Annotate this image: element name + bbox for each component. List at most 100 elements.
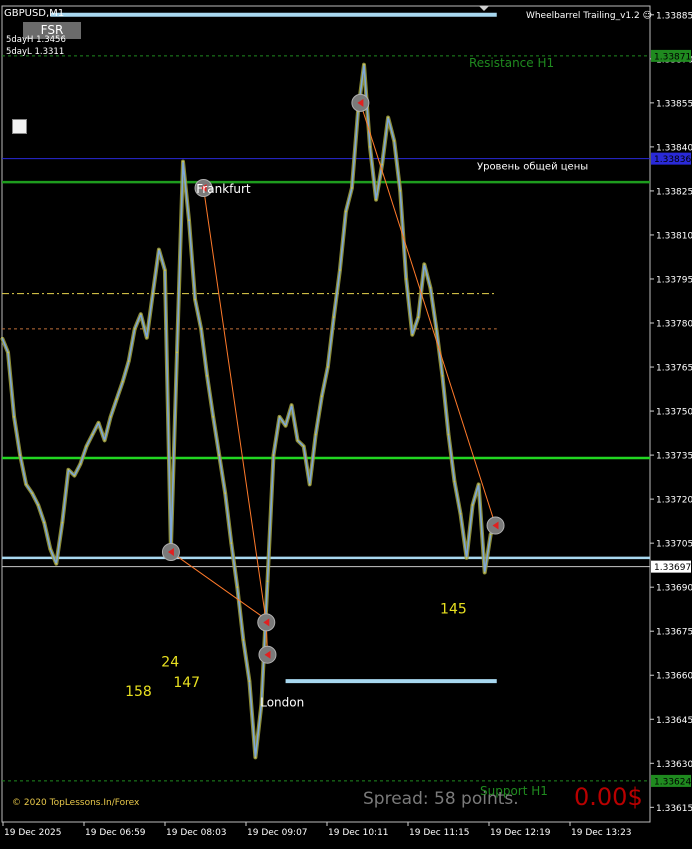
x-tick-label: 19 Dec 08:03 (166, 828, 227, 838)
price-label: 1.33871 (654, 52, 691, 62)
x-tick-label: 19 Dec 2025 (4, 828, 62, 838)
panel-toggle-checkbox[interactable] (12, 119, 27, 134)
y-tick-label: 1.33735 (656, 452, 692, 462)
y-tick-label: 1.33810 (656, 231, 692, 241)
plot-frame (1, 5, 651, 823)
price-point (248, 680, 251, 683)
price-point (266, 580, 269, 583)
x-tick-label: 19 Dec 10:11 (328, 828, 389, 838)
price-point (194, 298, 196, 301)
price-label: 1.33836 (654, 155, 691, 165)
y-tick-label: 1.33750 (656, 408, 692, 418)
chart-window[interactable]: 1.338851.338701.338551.338401.338251.338… (0, 0, 692, 845)
price-point (145, 336, 148, 339)
price-label: 1.33697 (654, 563, 691, 573)
price-point (284, 424, 287, 427)
price-point (272, 454, 275, 456)
pip-annotation: 145 (440, 602, 467, 618)
price-point (73, 474, 76, 477)
price-point (465, 556, 468, 559)
price-point (296, 439, 299, 442)
price-point (483, 571, 486, 574)
y-tick-label: 1.33615 (656, 804, 692, 814)
price-point (115, 398, 118, 401)
price-point (405, 278, 408, 280)
price-point (477, 483, 480, 486)
y-tick-label: 1.33885 (656, 11, 692, 21)
price-point (49, 548, 52, 550)
price-point (212, 416, 215, 418)
price-point (200, 327, 203, 330)
price-point (7, 351, 9, 354)
price-point (206, 374, 209, 377)
y-tick-label: 1.33780 (656, 320, 692, 330)
price-point (85, 445, 88, 448)
y-tick-label: 1.33645 (656, 716, 692, 726)
price-point (351, 187, 353, 189)
session-label: Frankfurt (196, 182, 251, 196)
price-point (25, 483, 28, 486)
y-tick-label: 1.33660 (656, 672, 692, 682)
price-point (188, 219, 190, 222)
x-tick-label: 19 Dec 06:59 (85, 828, 146, 838)
trend-line (170, 551, 267, 620)
price-point (67, 468, 70, 471)
y-tick-label: 1.33825 (656, 187, 692, 197)
price-point (182, 160, 184, 163)
price-point (79, 462, 82, 465)
price-point (417, 316, 420, 319)
y-tick-label: 1.33840 (656, 143, 692, 153)
price-point (19, 454, 22, 456)
price-point (242, 639, 245, 641)
price-point (314, 433, 317, 436)
price-point (218, 454, 221, 456)
price-point (363, 63, 365, 66)
shift-marker-icon (479, 6, 489, 11)
price-point (290, 404, 293, 407)
profit-readout: 0.00$ (574, 783, 643, 811)
price-point (441, 374, 444, 377)
price-point (489, 533, 492, 536)
price-point (326, 366, 329, 368)
smiley-icon: ☺ (642, 11, 652, 21)
price-point (133, 327, 136, 330)
price-point (109, 416, 112, 418)
day-high-label: 5dayH 1.3456 (6, 35, 66, 45)
price-point (164, 269, 166, 272)
copyright-label: © 2020 TopLessons.In/Forex (12, 798, 140, 808)
price-point (308, 483, 311, 486)
price-point (157, 248, 160, 251)
price-chart[interactable]: 1.338851.338701.338551.338401.338251.338… (0, 0, 692, 845)
price-point (97, 421, 100, 424)
price-point (1, 336, 3, 339)
price-point (302, 445, 305, 448)
price-point (224, 492, 227, 495)
price-point (254, 756, 257, 759)
price-point (459, 512, 462, 515)
y-tick-label: 1.33795 (656, 275, 692, 285)
level-label: Уровень общей цены (477, 162, 588, 173)
price-point (176, 351, 178, 354)
price-point (453, 480, 456, 483)
price-point (320, 395, 323, 398)
price-series-shadow (0, 62, 499, 760)
price-point (103, 439, 106, 442)
symbol-timeframe-label: GBPUSD,M1 (4, 8, 65, 19)
y-tick-label: 1.33855 (656, 99, 692, 109)
price-point (278, 416, 281, 418)
price-point (369, 145, 371, 148)
price-label: 1.33624 (654, 777, 691, 787)
y-tick-label: 1.33765 (656, 364, 692, 374)
price-point (55, 562, 58, 565)
price-point (31, 492, 34, 495)
price-point (447, 433, 450, 436)
pip-annotation: 158 (125, 684, 152, 700)
y-tick-label: 1.33705 (656, 540, 692, 550)
price-point (91, 433, 94, 436)
price-point (435, 327, 438, 330)
price-point (423, 263, 426, 266)
x-tick-label: 19 Dec 13:23 (571, 828, 632, 838)
price-point (399, 190, 402, 192)
price-point (345, 210, 347, 213)
price-point (127, 360, 130, 363)
